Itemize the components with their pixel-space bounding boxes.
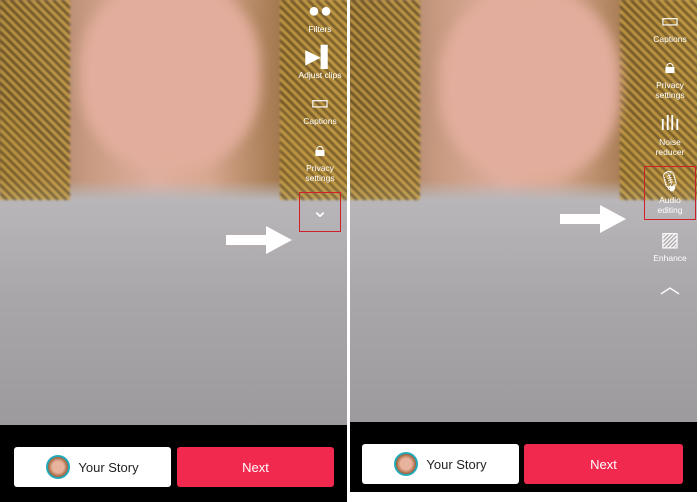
tool-rail: ●● Filters ▶▌ Adjust clips ▭ Captions 🔒︎ Pri… bbox=[297, 0, 343, 241]
bottom-bar: Your Story Next bbox=[0, 425, 347, 502]
your-story-button[interactable]: Your Story bbox=[362, 444, 519, 484]
captions-icon: ▭ bbox=[660, 10, 680, 32]
tool-audio-editing[interactable]: 🎙︎ Audio editing bbox=[644, 165, 696, 221]
tool-privacy[interactable]: 🔒︎ Privacy settings bbox=[647, 56, 693, 100]
tool-label: Audio editing bbox=[657, 194, 683, 216]
lock-icon: 🔒︎ bbox=[314, 138, 326, 161]
tool-captions[interactable]: ▭ Captions bbox=[303, 92, 337, 126]
hair bbox=[0, 0, 70, 200]
bottom-bar: Your Story Next bbox=[350, 422, 697, 492]
story-label: Your Story bbox=[78, 459, 139, 475]
tool-label: Adjust clips bbox=[298, 70, 342, 81]
arrow-icon bbox=[560, 205, 626, 233]
next-button[interactable]: Next bbox=[524, 444, 683, 484]
tool-captions[interactable]: ▭ Captions bbox=[653, 10, 687, 44]
tool-label: Captions bbox=[303, 116, 337, 127]
avatar bbox=[46, 455, 71, 479]
chevron-up-icon: ︿ bbox=[660, 275, 680, 298]
microphone-icon: 🎙︎ bbox=[657, 170, 683, 193]
tool-label: Filters bbox=[308, 24, 332, 34]
avatar bbox=[394, 452, 419, 476]
tool-label: Privacy settings bbox=[305, 162, 335, 183]
face bbox=[440, 0, 620, 180]
tool-label: Privacy settings bbox=[655, 80, 685, 101]
face bbox=[80, 0, 260, 170]
enhance-icon: ▨ bbox=[660, 229, 680, 252]
tool-noise-reducer[interactable]: ıllı Noise reducer bbox=[647, 113, 693, 157]
tool-filters[interactable]: ●● Filters bbox=[308, 0, 332, 34]
your-story-button[interactable]: Your Story bbox=[14, 447, 171, 487]
waveform-icon: ıllı bbox=[660, 112, 680, 135]
expand-button[interactable]: ⌄ bbox=[299, 191, 341, 232]
tool-label: Enhance bbox=[653, 253, 687, 264]
collapse-button[interactable]: ︿ bbox=[660, 276, 680, 300]
tool-rail: ▭ Captions 🔒︎ Privacy settings ıllı Noise r… bbox=[644, 10, 696, 312]
tool-label: Captions bbox=[653, 34, 687, 44]
lock-icon: 🔒︎ bbox=[664, 56, 676, 79]
video-preview bbox=[350, 0, 697, 425]
filters-icon: ●● bbox=[307, 0, 333, 22]
left-screen: ●● Filters ▶▌ Adjust clips ▭ Captions 🔒︎ Pri… bbox=[0, 0, 347, 502]
chevron-down-icon: ⌄ bbox=[311, 199, 329, 222]
next-button[interactable]: Next bbox=[177, 447, 334, 487]
tool-enhance[interactable]: ▨ Enhance bbox=[653, 229, 687, 263]
adjust-clips-icon: ▶▌ bbox=[305, 46, 335, 69]
tool-label: Noise reducer bbox=[655, 136, 685, 157]
right-screen: ▭ Captions 🔒︎ Privacy settings ıllı Noise r… bbox=[350, 0, 697, 495]
video-preview bbox=[0, 0, 347, 425]
tool-privacy[interactable]: 🔒︎ Privacy settings bbox=[297, 139, 343, 183]
story-label: Your Story bbox=[426, 456, 487, 472]
captions-icon: ▭ bbox=[310, 92, 330, 115]
tool-adjust-clips[interactable]: ▶▌ Adjust clips bbox=[299, 46, 342, 80]
hair bbox=[350, 0, 420, 200]
arrow-icon bbox=[226, 226, 292, 254]
